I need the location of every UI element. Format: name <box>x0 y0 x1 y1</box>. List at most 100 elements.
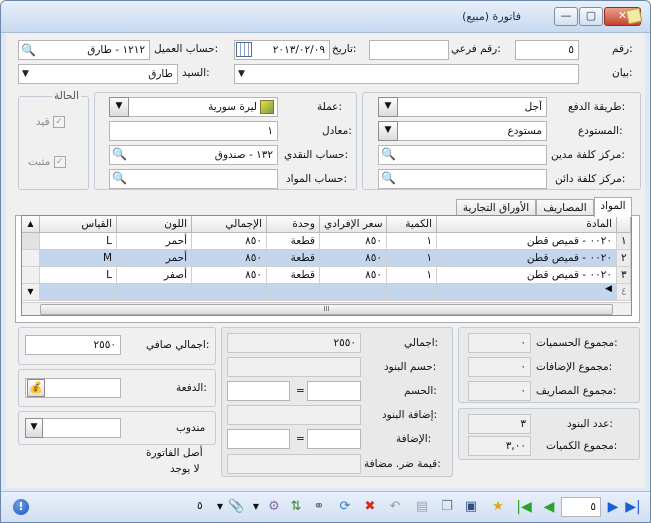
table-row[interactable]: ٢ ٠٠٢٠ - قميص قطن ١ ٨٥٠ قطعة ٨٥٠ أحمر M <box>22 250 631 267</box>
table-row[interactable]: ١ ٠٠٢٠ - قميص قطن ١ ٨٥٠ قطعة ٨٥٠ أحمر L <box>22 233 631 250</box>
cell-total[interactable]: ٨٥٠ <box>192 250 267 267</box>
cell-color[interactable] <box>117 284 192 301</box>
addition-percent-field[interactable] <box>227 429 290 449</box>
addition-value-field[interactable] <box>307 429 361 449</box>
cell-qty[interactable] <box>387 284 437 301</box>
favorite-star-icon[interactable]: ★ <box>490 499 506 515</box>
cell-price[interactable]: ٨٥٠ <box>320 267 387 284</box>
approved-checkbox[interactable]: مثبت ✓ <box>28 156 66 168</box>
money-bag-icon[interactable]: 💰 <box>27 379 45 397</box>
cell-color[interactable]: أحمر <box>117 233 192 250</box>
subnumber-field[interactable] <box>369 40 449 60</box>
cell-color[interactable]: أصفر <box>117 267 192 284</box>
cell-item[interactable]: ٠٠٢٠ - قميص قطن <box>437 250 617 267</box>
table-row[interactable]: ٣ ٠٠٢٠ - قميص قطن ١ ٨٥٠ قطعة ٨٥٠ أصفر L <box>22 267 631 284</box>
column-header-item[interactable]: المادة <box>437 216 617 233</box>
horizontal-scrollbar-thumb[interactable]: III <box>40 304 613 315</box>
scroll-up-icon[interactable]: ▲ <box>22 216 40 233</box>
sort-icon[interactable]: ⇅ <box>288 499 304 515</box>
cash-account-field[interactable]: ١٣٢ - صندوق <box>109 145 278 165</box>
client-account-field[interactable]: ١٢١٢ - طارق <box>18 40 150 60</box>
cell-unit[interactable]: قطعة <box>267 267 320 284</box>
cell-item[interactable] <box>437 284 617 301</box>
save-icon[interactable]: ▣ <box>463 499 479 515</box>
cell-color[interactable]: أحمر <box>117 250 192 267</box>
attachment-icon[interactable]: 📎 <box>228 499 244 515</box>
refresh-icon[interactable]: ⟳ <box>337 499 353 515</box>
cell-total[interactable]: ٨٥٠ <box>192 267 267 284</box>
number-field[interactable]: ٥ <box>515 40 579 60</box>
cell-size[interactable]: L <box>40 233 117 250</box>
cell-item[interactable]: ٠٠٢٠ - قميص قطن <box>437 267 617 284</box>
first-record-icon[interactable]: |◀ <box>516 499 532 515</box>
record-number-field[interactable]: ٥ <box>561 497 601 517</box>
chevron-down-icon[interactable]: ▼ <box>22 69 29 79</box>
calendar-icon[interactable] <box>236 42 252 57</box>
cell-item[interactable]: ٠٠٢٠ - قميص قطن <box>437 233 617 250</box>
column-header-color[interactable]: اللون <box>117 216 192 233</box>
debit-cost-field[interactable] <box>378 145 547 165</box>
cell-total[interactable]: ٨٥٠ <box>192 233 267 250</box>
info-icon[interactable]: ! <box>13 499 29 515</box>
chevron-down-icon[interactable]: ▼ <box>212 499 228 515</box>
cell-price[interactable] <box>320 284 387 301</box>
table-row-new[interactable]: ٤ ▼ <box>22 284 631 301</box>
vertical-scrollbar-track[interactable] <box>22 267 40 284</box>
previous-record-icon[interactable]: ◀ <box>541 499 557 515</box>
cell-price[interactable]: ٨٥٠ <box>320 250 387 267</box>
maximize-button[interactable]: ▢ <box>579 7 603 26</box>
undo-icon[interactable]: ↶ <box>387 499 403 515</box>
materials-account-field[interactable] <box>109 169 278 189</box>
cell-size[interactable]: L <box>40 267 117 284</box>
vertical-scrollbar-track[interactable] <box>22 250 40 267</box>
cell-unit[interactable] <box>267 284 320 301</box>
cell-unit[interactable]: قطعة <box>267 233 320 250</box>
warehouse-field[interactable]: مستودع <box>378 121 547 141</box>
column-header-size[interactable]: القياس <box>40 216 117 233</box>
scroll-down-icon[interactable]: ▼ <box>22 284 40 301</box>
cell-size[interactable]: M <box>40 250 117 267</box>
currency-field[interactable]: ليرة سورية <box>109 97 278 117</box>
cell-qty[interactable]: ١ <box>387 250 437 267</box>
cell-size[interactable] <box>40 284 117 301</box>
chevron-down-icon[interactable]: ▼ <box>25 418 43 438</box>
search-icon[interactable]: 🔍 <box>21 43 36 57</box>
payment-method-field[interactable]: آجل <box>378 97 547 117</box>
rate-field[interactable]: ١ <box>109 121 278 141</box>
column-header-unit[interactable]: وحدة <box>267 216 320 233</box>
column-header-total[interactable]: الإجمالي <box>192 216 267 233</box>
cell-total[interactable] <box>192 284 267 301</box>
column-header-price[interactable]: سعر الإفرادي <box>320 216 387 233</box>
horizontal-scrollbar[interactable]: III <box>22 302 631 315</box>
paste-icon[interactable]: ▤ <box>414 499 430 515</box>
cell-unit[interactable]: قطعة <box>267 250 320 267</box>
chevron-down-icon[interactable]: ▼ <box>378 121 398 141</box>
last-record-icon[interactable]: ▶| <box>625 499 641 515</box>
search-icon[interactable]: 🔍 <box>381 171 396 185</box>
credit-cost-field[interactable] <box>378 169 547 189</box>
next-record-icon[interactable]: ▶ <box>605 499 621 515</box>
search-icon[interactable]: 🔍 <box>112 171 127 185</box>
discount-percent-field[interactable] <box>227 381 290 401</box>
settings-icon[interactable]: ⚙ <box>266 499 282 515</box>
search-icon[interactable]: 🔍 <box>381 147 396 161</box>
copy-icon[interactable]: ❐ <box>439 499 455 515</box>
link-icon[interactable]: ⚭ <box>311 499 327 515</box>
chevron-down-icon[interactable]: ▼ <box>238 69 245 79</box>
minimize-button[interactable]: — <box>554 7 578 26</box>
chevron-down-icon[interactable]: ▼ <box>109 97 129 117</box>
cell-price[interactable]: ٨٥٠ <box>320 233 387 250</box>
delete-icon[interactable]: ✖ <box>362 499 378 515</box>
chevron-down-icon[interactable]: ▼ <box>248 499 264 515</box>
discount-value-field[interactable] <box>307 381 361 401</box>
search-icon[interactable]: 🔍 <box>112 147 127 161</box>
chevron-down-icon[interactable]: ▼ <box>378 97 398 117</box>
cell-qty[interactable]: ١ <box>387 233 437 250</box>
column-header-qty[interactable]: الكمية <box>387 216 437 233</box>
posted-checkbox[interactable]: قيد ✓ <box>36 116 66 128</box>
statement-field[interactable] <box>234 64 579 84</box>
tab-materials[interactable]: المواد <box>594 197 632 217</box>
cell-qty[interactable]: ١ <box>387 267 437 284</box>
vertical-scrollbar-thumb[interactable] <box>22 233 40 250</box>
sir-field[interactable]: طارق <box>18 64 178 84</box>
